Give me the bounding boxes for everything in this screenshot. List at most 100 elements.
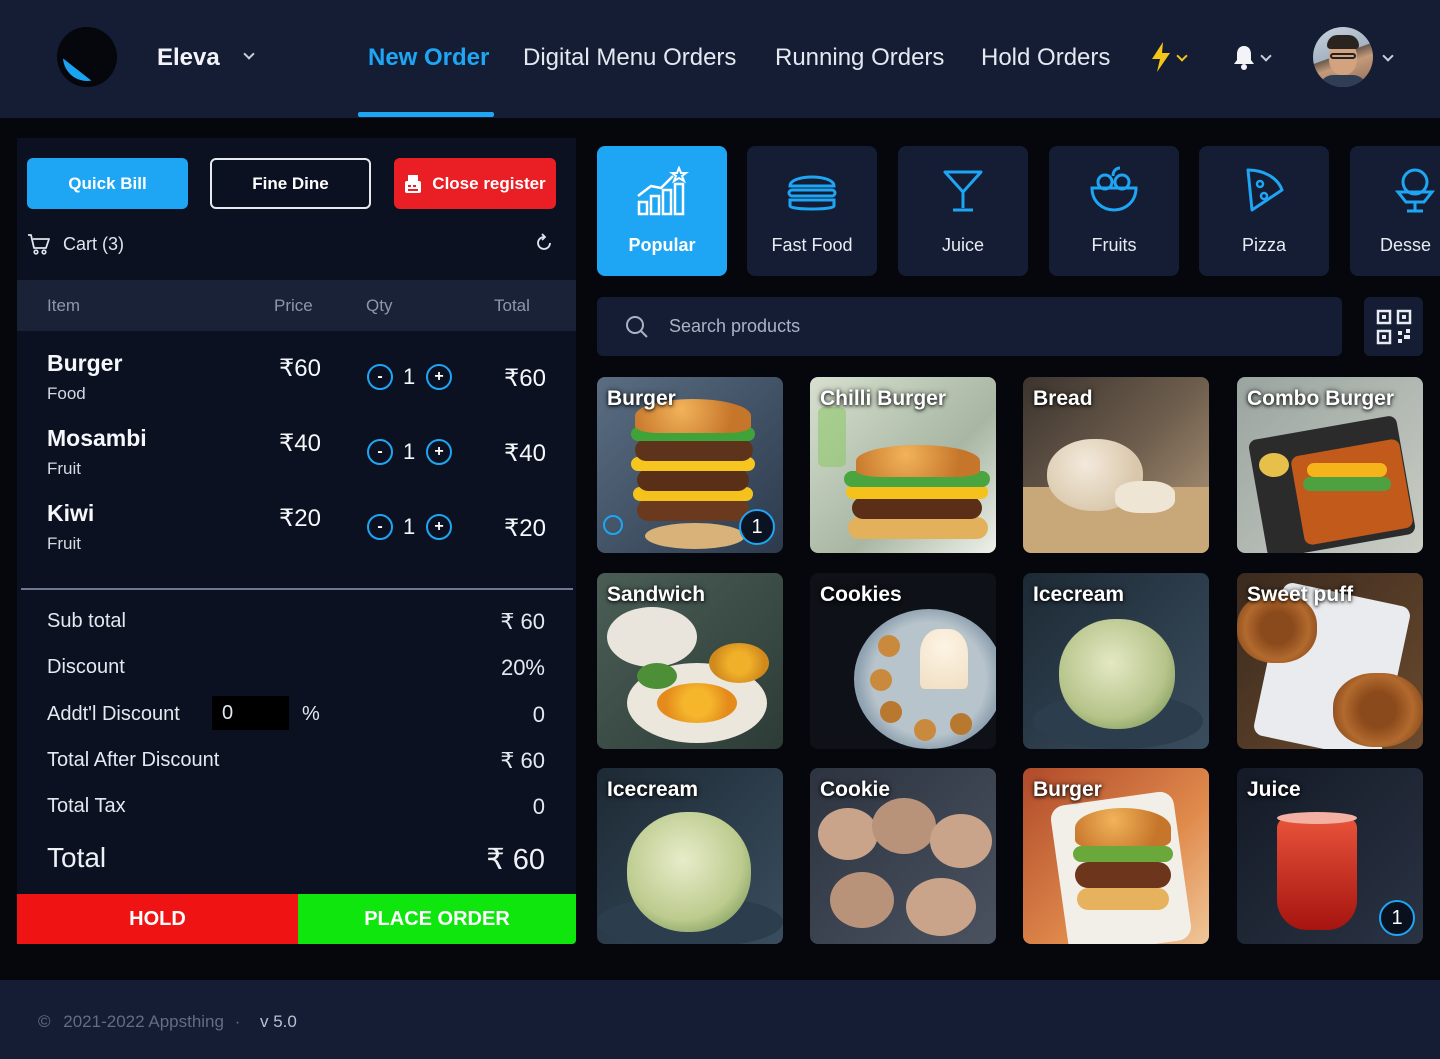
copyright-label: 2021-2022 Appsthing xyxy=(63,1012,224,1031)
product-card-cookie[interactable]: Cookie xyxy=(810,768,996,944)
product-card-icecream[interactable]: Icecream xyxy=(1023,573,1209,749)
food-layer xyxy=(635,439,753,461)
qty-decrease-button[interactable]: - xyxy=(367,364,393,390)
food-bun xyxy=(856,445,980,477)
category-fast-food[interactable]: Fast Food xyxy=(747,146,877,276)
grand-total-label: Total xyxy=(47,842,107,873)
item-category: Food xyxy=(47,384,86,403)
category-label: Popular xyxy=(628,235,696,255)
food-pretzel xyxy=(1333,673,1423,747)
product-card-cookies[interactable]: Cookies xyxy=(810,573,996,749)
qty-decrease-button[interactable]: - xyxy=(367,514,393,540)
version-label: v 5.0 xyxy=(260,1012,297,1031)
close-register-button[interactable]: Close register xyxy=(394,158,556,209)
food-layer xyxy=(1303,477,1391,491)
category-juice[interactable]: Juice xyxy=(898,146,1028,276)
burger-icon xyxy=(787,175,837,211)
food-cookie xyxy=(880,701,902,723)
product-card-burger-2[interactable]: Burger xyxy=(1023,768,1209,944)
brand-name[interactable]: Eleva xyxy=(157,44,220,72)
avatar-hair xyxy=(1327,35,1359,49)
item-category: Fruit xyxy=(47,459,81,478)
food-layer xyxy=(1073,846,1173,862)
item-category: Fruit xyxy=(47,534,81,553)
product-card-icecream-2[interactable]: Icecream xyxy=(597,768,783,944)
addl-discount-input[interactable] xyxy=(212,696,289,730)
app-logo[interactable] xyxy=(57,27,117,87)
item-qty: 1 xyxy=(403,514,416,539)
food-bun xyxy=(1075,808,1171,848)
cart-count-label: Cart (3) xyxy=(63,233,125,254)
food-layer xyxy=(637,499,749,521)
product-card-sandwich[interactable]: Sandwich xyxy=(597,573,783,749)
order-panel: Quick Bill Fine Dine Close register Cart… xyxy=(17,138,576,944)
product-card-combo-burger[interactable]: Combo Burger xyxy=(1237,377,1423,553)
tab-running-orders[interactable]: Running Orders xyxy=(775,44,944,72)
category-icon-wrap xyxy=(1199,166,1329,218)
food-glass xyxy=(1277,818,1357,930)
discount-value: 20% xyxy=(500,655,545,680)
food-cupcake xyxy=(920,629,968,689)
product-card-chilli-burger[interactable]: Chilli Burger xyxy=(810,377,996,553)
bell-chevron-down-icon[interactable] xyxy=(1260,50,1272,62)
product-name: Icecream xyxy=(607,778,699,801)
product-card-bread[interactable]: Bread xyxy=(1023,377,1209,553)
food-egg xyxy=(657,683,737,723)
product-name: Juice xyxy=(1247,778,1301,801)
product-card-burger[interactable]: Burger 1 xyxy=(597,377,783,553)
qty-decrease-button[interactable]: - xyxy=(367,439,393,465)
category-label: Fruits xyxy=(1091,235,1137,255)
category-label: Fast Food xyxy=(771,235,853,255)
food-cookie xyxy=(950,713,972,735)
fine-dine-button[interactable]: Fine Dine xyxy=(210,158,371,209)
item-price: ₹40 xyxy=(279,430,321,457)
item-name: Burger xyxy=(47,350,123,376)
product-card-sweet-puff[interactable]: Sweet puff xyxy=(1237,573,1423,749)
food-egg xyxy=(709,643,769,683)
qty-increase-button[interactable]: + xyxy=(426,514,452,540)
cart-row: Mosambi Fruit ₹40 - 1 + ₹40 xyxy=(17,425,576,497)
food-layer xyxy=(818,407,846,467)
product-name: Chilli Burger xyxy=(820,387,947,410)
tab-new-order[interactable]: New Order xyxy=(368,44,489,72)
quick-bill-button[interactable]: Quick Bill xyxy=(27,158,188,209)
category-desserts[interactable]: Desse xyxy=(1350,146,1440,276)
category-label: Pizza xyxy=(1241,235,1286,255)
col-item: Item xyxy=(47,296,81,315)
user-avatar[interactable] xyxy=(1313,27,1373,87)
register-icon xyxy=(405,174,422,193)
category-pizza[interactable]: Pizza xyxy=(1199,146,1329,276)
product-decrease-button[interactable] xyxy=(603,515,623,535)
tab-digital-menu-orders[interactable]: Digital Menu Orders xyxy=(523,44,736,72)
refresh-icon[interactable] xyxy=(534,233,554,253)
product-name: Burger xyxy=(607,387,676,410)
place-order-button[interactable]: PLACE ORDER xyxy=(298,894,576,944)
food-layer xyxy=(852,497,982,519)
addl-discount-value: 0 xyxy=(532,702,545,727)
search-input[interactable] xyxy=(669,316,1169,337)
product-card-juice[interactable]: Juice 1 xyxy=(1237,768,1423,944)
product-name: Cookies xyxy=(820,583,902,606)
copyright-text: © 2021-2022 Appsthing · xyxy=(38,1012,240,1032)
addl-discount-unit: % xyxy=(302,703,320,725)
avatar-chevron-down-icon[interactable] xyxy=(1382,50,1394,62)
brand-chevron-down-icon[interactable] xyxy=(243,48,255,60)
lightning-icon[interactable] xyxy=(1150,41,1172,73)
category-icon-wrap xyxy=(597,166,727,218)
qr-scan-button[interactable] xyxy=(1364,297,1423,356)
tab-hold-orders[interactable]: Hold Orders xyxy=(981,44,1110,72)
food-cookie xyxy=(830,872,894,928)
hold-button[interactable]: HOLD xyxy=(17,894,298,944)
bell-icon[interactable] xyxy=(1232,44,1256,70)
food-cookie xyxy=(914,719,936,741)
lightning-chevron-down-icon[interactable] xyxy=(1176,50,1188,62)
qty-increase-button[interactable]: + xyxy=(426,439,452,465)
category-fruits[interactable]: Fruits xyxy=(1049,146,1179,276)
category-popular[interactable]: Popular xyxy=(597,146,727,276)
copyright-icon: © xyxy=(38,1012,51,1031)
chart-star-icon xyxy=(637,166,689,216)
qty-increase-button[interactable]: + xyxy=(426,364,452,390)
food-cookie xyxy=(872,798,936,854)
footer: © 2021-2022 Appsthing · v 5.0 xyxy=(0,980,1440,1059)
product-name: Sweet puff xyxy=(1247,583,1354,606)
